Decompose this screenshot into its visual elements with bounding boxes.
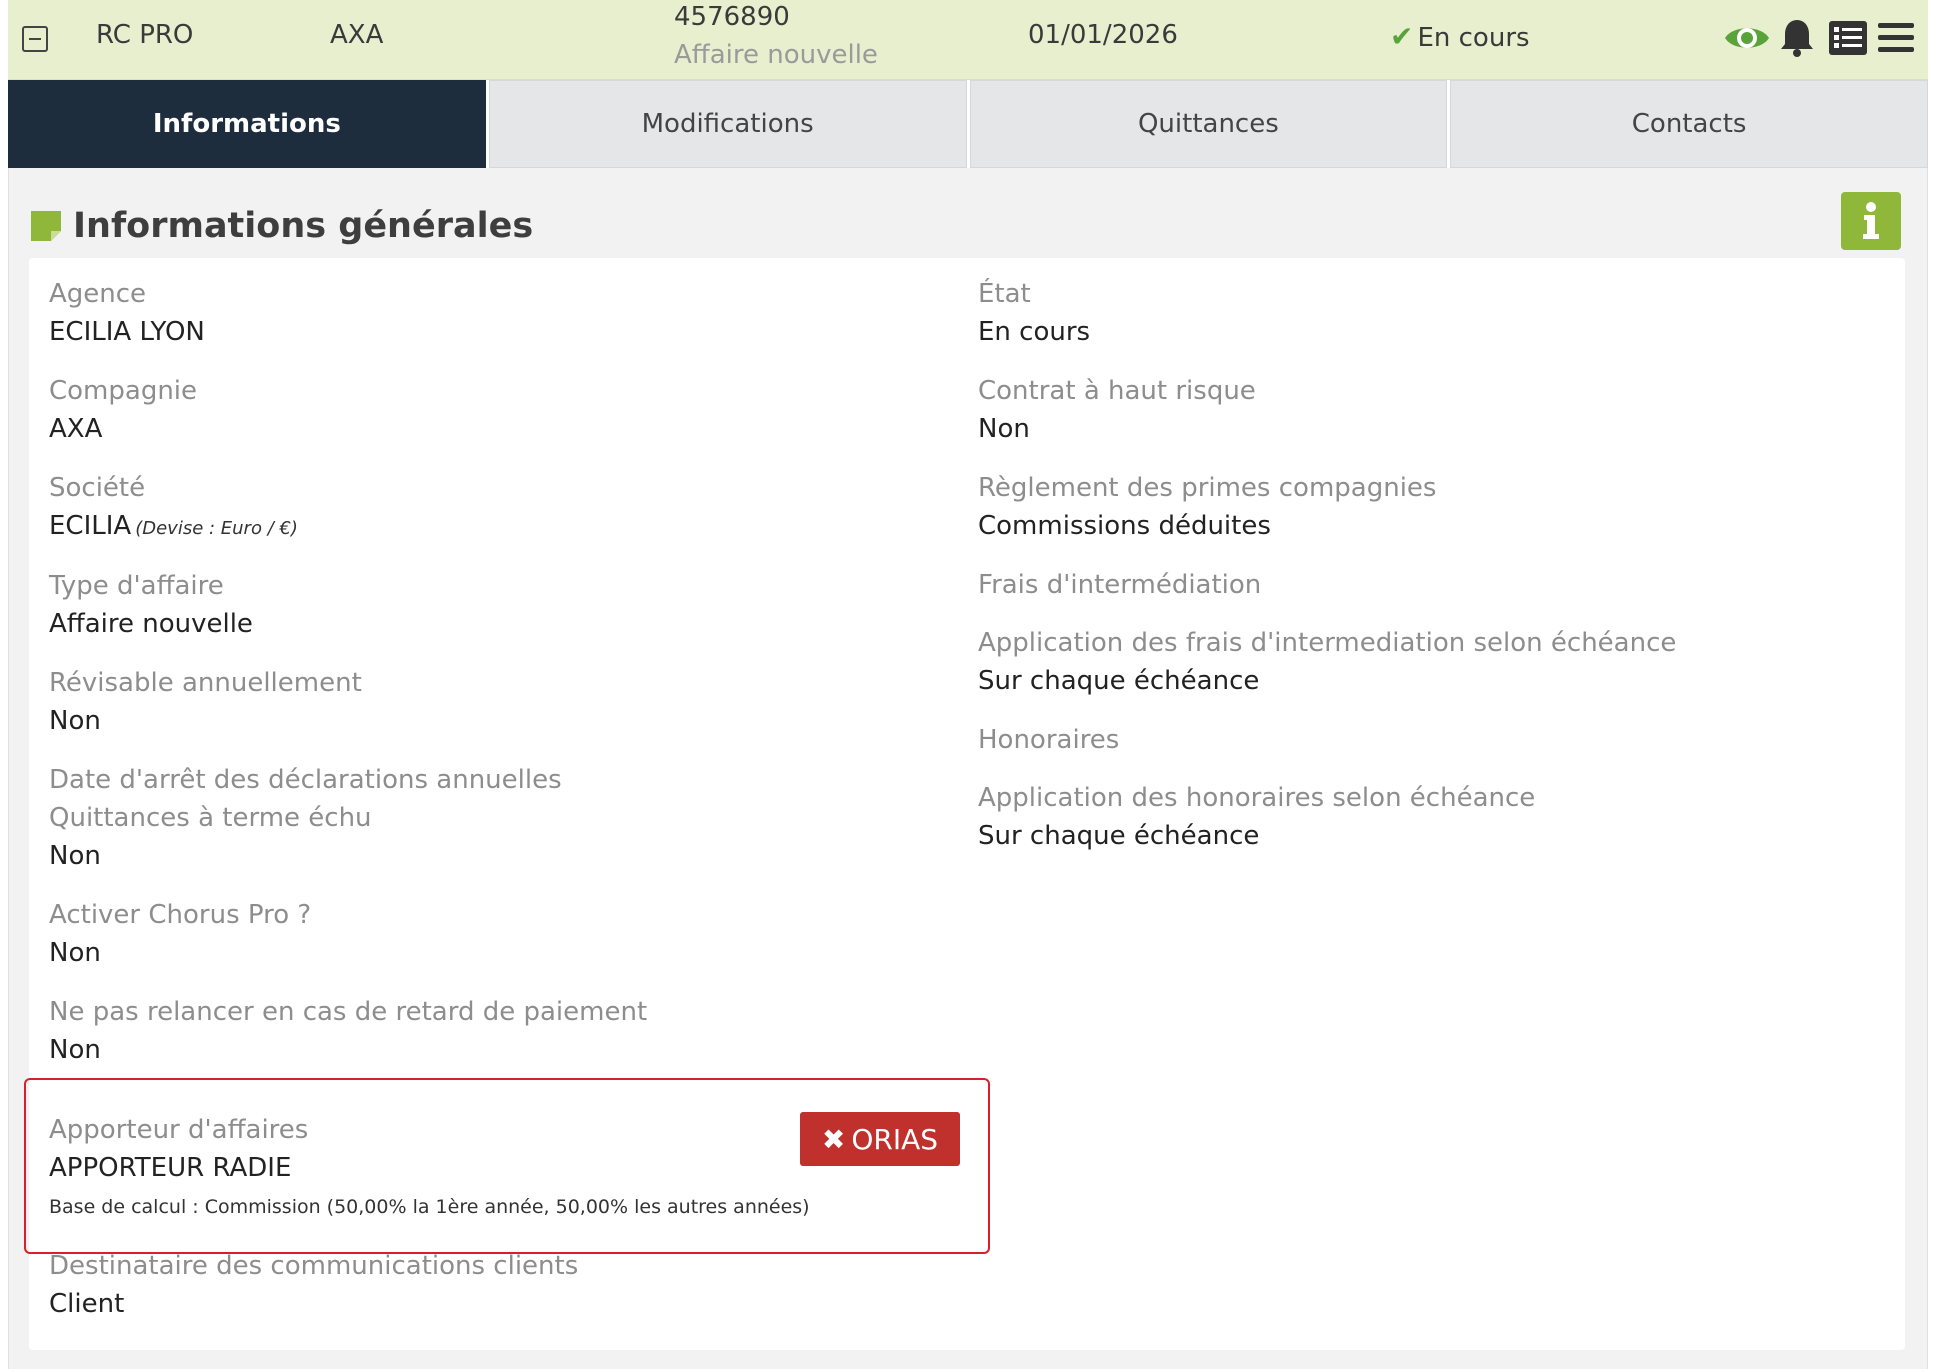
status-text: En cours (1417, 23, 1530, 53)
field-value: Sur chaque échéance (978, 821, 1260, 851)
field-value: Sur chaque échéance (978, 666, 1260, 696)
tab-modifications[interactable]: Modifications (488, 80, 967, 168)
close-icon: ✖ (821, 1122, 846, 1156)
field-date-arret: Date d'arrêt des déclarations annuelles (49, 764, 562, 796)
field-chorus: Activer Chorus Pro ? Non (49, 899, 311, 969)
contract-date: 01/01/2026 (1028, 20, 1178, 50)
field-value: Non (978, 414, 1030, 444)
commission-detail: Base de calcul : Commission (50,00% la 1… (49, 1196, 810, 1218)
field-value: Affaire nouvelle (49, 609, 253, 639)
field-label: Honoraires (978, 725, 1120, 755)
note-icon (31, 211, 61, 241)
societe-name: ECILIA (49, 511, 132, 541)
field-relance: Ne pas relancer en cas de retard de paie… (49, 996, 647, 1066)
field-value: Client (49, 1289, 125, 1319)
field-haut-risque: Contrat à haut risque Non (978, 375, 1256, 445)
field-destinataire: Destinataire des communications clients … (49, 1250, 578, 1320)
field-honoraires: Honoraires (978, 724, 1119, 756)
field-value: ECILIA LYON (49, 317, 205, 347)
field-label: Société (49, 473, 146, 503)
field-label: Apporteur d'affaires (49, 1115, 309, 1145)
eye-icon[interactable] (1722, 16, 1772, 60)
check-icon: ✔ (1390, 20, 1414, 53)
field-value: AXA (49, 414, 103, 444)
tab-informations[interactable]: Informations (8, 80, 486, 168)
status-badge: ✔ En cours (1390, 20, 1530, 53)
field-label: Type d'affaire (49, 571, 224, 601)
field-label: Quittances à terme échu (49, 803, 372, 833)
field-label: Ne pas relancer en cas de retard de paie… (49, 997, 648, 1027)
field-value: APPORTEUR RADIE (49, 1153, 292, 1183)
field-label: Agence (49, 279, 147, 309)
field-value: Non (49, 1035, 101, 1065)
field-label: Règlement des primes compagnies (978, 473, 1437, 503)
section-title-text: Informations générales (73, 206, 534, 246)
menu-icon[interactable] (1874, 16, 1918, 60)
business-type: Affaire nouvelle (674, 40, 878, 70)
field-frais: Frais d'intermédiation (978, 569, 1261, 601)
field-terme-echu: Quittances à terme échu Non (49, 802, 372, 872)
field-label: Frais d'intermédiation (978, 570, 1262, 600)
field-label: Date d'arrêt des déclarations annuelles (49, 765, 562, 795)
field-label: Contrat à haut risque (978, 376, 1256, 406)
field-label: Application des frais d'intermediation s… (978, 628, 1677, 658)
field-label: Compagnie (49, 376, 198, 406)
bell-icon[interactable] (1776, 16, 1818, 60)
field-label: État (978, 279, 1031, 309)
product-name: RC PRO (96, 20, 194, 50)
field-apporteur: Apporteur d'affaires APPORTEUR RADIE Bas… (49, 1114, 810, 1218)
field-value: Non (49, 706, 101, 736)
field-type-affaire: Type d'affaire Affaire nouvelle (49, 570, 253, 640)
field-etat: État En cours (978, 278, 1090, 348)
field-label: Révisable annuellement (49, 668, 362, 698)
collapse-icon[interactable] (22, 26, 48, 52)
contract-header: RC PRO AXA 4576890 Affaire nouvelle 01/0… (8, 0, 1928, 80)
field-value: Non (49, 938, 101, 968)
field-agence: Agence ECILIA LYON (49, 278, 205, 348)
orias-button[interactable]: ✖ ORIAS (800, 1112, 960, 1166)
company-name: AXA (330, 20, 384, 50)
tab-bar: Informations Modifications Quittances Co… (8, 80, 1928, 168)
field-application-honoraires: Application des honoraires selon échéanc… (978, 782, 1535, 852)
field-revisable: Révisable annuellement Non (49, 667, 362, 737)
info-button[interactable] (1841, 192, 1901, 250)
field-label: Activer Chorus Pro ? (49, 900, 312, 930)
field-application-frais: Application des frais d'intermediation s… (978, 627, 1676, 697)
field-value: Commissions déduites (978, 511, 1271, 541)
section-title: Informations générales (31, 206, 533, 246)
orias-label: ORIAS (851, 1122, 939, 1156)
field-compagnie: Compagnie AXA (49, 375, 197, 445)
tab-contacts[interactable]: Contacts (1450, 80, 1928, 168)
field-label: Destinataire des communications clients (49, 1251, 579, 1281)
field-value: ECILIA (Devise : Euro / €) (49, 510, 298, 545)
contract-number: 4576890 (674, 2, 790, 32)
field-societe: Société ECILIA (Devise : Euro / €) (49, 472, 298, 545)
info-icon (1863, 202, 1879, 239)
field-value: En cours (978, 317, 1091, 347)
field-label: Application des honoraires selon échéanc… (978, 783, 1536, 813)
devise-note: (Devise : Euro / €) (135, 518, 298, 539)
tab-quittances[interactable]: Quittances (969, 80, 1448, 168)
field-reglement: Règlement des primes compagnies Commissi… (978, 472, 1436, 542)
field-value: Non (49, 841, 101, 871)
list-icon[interactable] (1826, 16, 1870, 60)
